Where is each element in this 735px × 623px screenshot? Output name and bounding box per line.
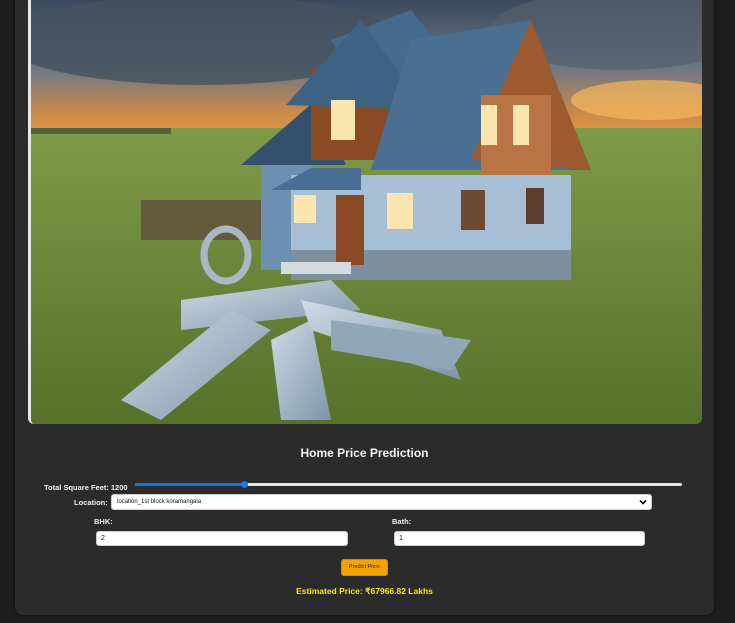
estimated-price: Estimated Price: ₹67966.82 Lakhs <box>296 586 433 596</box>
hero-image <box>28 0 702 424</box>
house-keys-illustration <box>31 0 702 424</box>
slider-fill <box>135 483 245 486</box>
predict-button[interactable]: Predict Price <box>341 559 388 576</box>
bath-input[interactable]: 1 <box>394 531 645 546</box>
location-label: Location: <box>74 498 108 507</box>
location-selected-value: location_1st block koramangala <box>117 499 202 505</box>
sqft-label: Total Square Feet: <box>44 483 109 492</box>
location-select[interactable]: location_1st block koramangala <box>111 494 652 510</box>
slider-thumb[interactable] <box>241 481 249 488</box>
bhk-input[interactable]: 2 <box>96 531 348 546</box>
bhk-label: BHK: <box>94 517 113 526</box>
sqft-slider[interactable] <box>135 481 682 488</box>
chevron-down-icon <box>639 499 647 505</box>
bath-label: Bath: <box>392 517 412 526</box>
sqft-label-group: Total Square Feet: 1200 <box>44 483 128 492</box>
sqft-row: Total Square Feet: 1200 <box>44 478 684 494</box>
page-title: Home Price Prediction <box>300 446 429 460</box>
sqft-value: 1200 <box>110 483 128 492</box>
